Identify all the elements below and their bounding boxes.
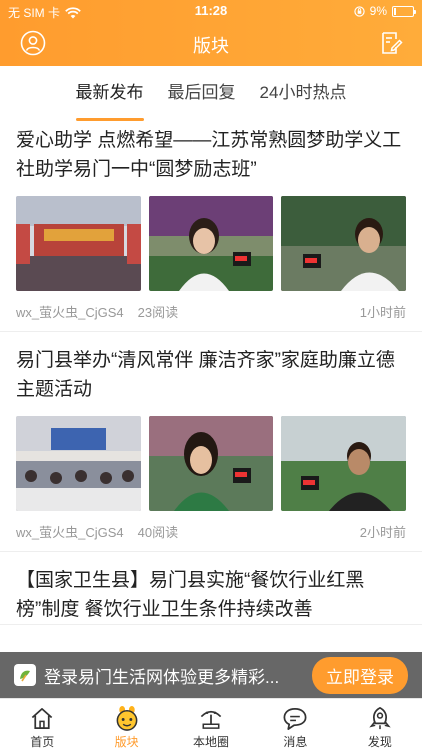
home-icon [31,707,53,730]
post-item[interactable]: 【国家卫生县】易门县实施“餐饮行业红黑榜”制度 餐饮行业卫生条件持续改善 [0,552,422,625]
tabbar-discover[interactable]: 发现 [338,699,422,750]
bottom-tab-bar: 首页 版块 本地圈 消息 发现 [0,698,422,750]
post-title[interactable]: 【国家卫生县】易门县实施“餐饮行业红黑榜”制度 餐饮行业卫生条件持续改善 [16,566,406,624]
post-feed: 爱心助学 点燃希望——江苏常熟圆梦助学义工社助学易门一中“圆梦励志班” wx_萤… [0,112,422,625]
login-prompt-text: 登录易门生活网体验更多精彩... [44,667,280,687]
login-button[interactable]: 立即登录 [312,656,408,694]
tabbar-label: 发现 [367,735,392,749]
tabbar-local-circle[interactable]: 本地圈 [169,699,253,750]
login-banner[interactable]: 登录易门生活网体验更多精彩... 立即登录 [0,652,422,698]
page-title: 版块 [193,36,229,56]
battery-icon [392,5,416,17]
message-icon [283,707,307,730]
post-image[interactable] [148,196,274,291]
post-title[interactable]: 爱心助学 点燃希望——江苏常熟圆梦助学义工社助学易门一中“圆梦励志班” [16,126,406,184]
header: 无 SIM 卡 11:28 9% 版块 [0,0,422,66]
post-views: 40阅读 [137,524,179,540]
tabbar-messages[interactable]: 消息 [253,699,337,750]
tabbar-label: 首页 [30,735,55,749]
tab-latest[interactable]: 最新发布 [64,66,156,121]
tabbar-forum[interactable]: 版块 [84,699,168,750]
tabbar-label: 版块 [114,735,139,749]
post-image[interactable] [281,196,407,291]
post-views: 23阅读 [137,304,179,320]
post-author[interactable]: wx_萤火虫_CjGS4 [16,302,124,321]
post-image[interactable] [281,416,407,511]
post-meta: wx_萤火虫_CjGS4 23阅读 1小时前 [16,291,406,331]
post-time: 2小时前 [359,524,406,540]
discover-icon [369,707,391,730]
post-time: 1小时前 [359,304,406,320]
orientation-lock-icon [353,5,365,17]
app-logo-icon [14,664,36,686]
tabbar-label: 消息 [283,735,308,749]
post-title[interactable]: 易门县举办“清风常伴 廉洁齐家”家庭助廉立德主题活动 [16,346,406,404]
post-author[interactable]: wx_萤火虫_CjGS4 [16,522,124,541]
post-item[interactable]: 爱心助学 点燃希望——江苏常熟圆梦助学义工社助学易门一中“圆梦励志班” wx_萤… [0,112,422,332]
tabbar-home[interactable]: 首页 [0,699,84,750]
post-item[interactable]: 易门县举办“清风常伴 廉洁齐家”家庭助廉立德主题活动 wx_萤火虫_CjGS4 … [0,332,422,552]
status-bar: 无 SIM 卡 11:28 9% [0,0,422,22]
tab-last-reply[interactable]: 最后回复 [156,66,248,112]
post-meta: wx_萤火虫_CjGS4 40阅读 2小时前 [16,511,406,551]
battery-level [394,7,396,15]
post-image[interactable] [16,416,141,511]
battery-percent: 9% [369,4,387,18]
forum-icon [116,705,138,731]
content-tabs: 最新发布 最后回复 24小时热点 [0,66,422,121]
tab-24h-hot[interactable]: 24小时热点 [248,66,359,112]
post-image[interactable] [16,196,141,291]
post-image[interactable] [148,416,274,511]
local-circle-icon [200,710,222,729]
compose-icon[interactable] [378,30,404,56]
tabbar-label: 本地圈 [193,735,230,749]
